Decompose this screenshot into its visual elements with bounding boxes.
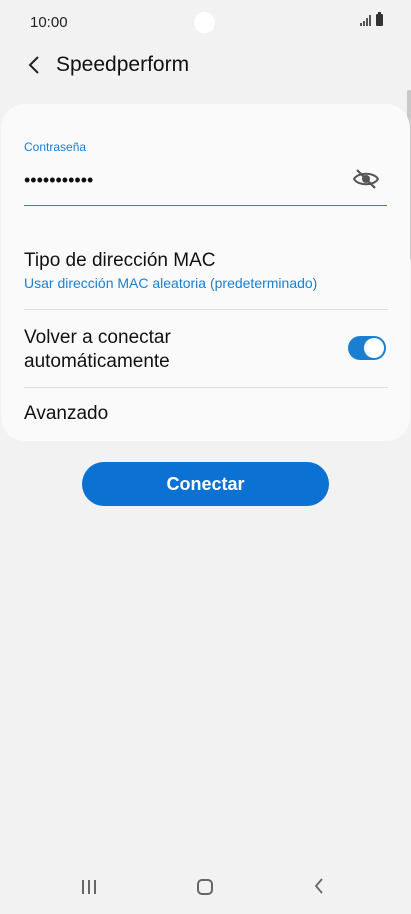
page-title: Speedperform	[56, 53, 190, 76]
divider	[24, 387, 388, 388]
status-time: 10:00	[30, 14, 68, 31]
network-settings-card: Contraseña ••••••••••• Tipo de dirección…	[1, 104, 410, 441]
password-visibility-toggle[interactable]	[351, 166, 381, 192]
auto-reconnect-toggle[interactable]	[348, 336, 386, 360]
navigation-bar	[0, 864, 411, 914]
auto-reconnect-label: Volver a conectar automáticamente	[24, 327, 171, 372]
camera-cutout	[194, 12, 215, 33]
advanced-label: Avanzado	[24, 403, 109, 424]
mac-address-type-title: Tipo de dirección MAC	[24, 250, 216, 271]
back-button[interactable]	[14, 45, 54, 85]
back-icon[interactable]	[314, 878, 324, 899]
eye-off-icon	[352, 169, 380, 189]
status-bar: 10:00	[0, 0, 411, 44]
signal-icon	[360, 14, 371, 26]
chevron-left-icon	[28, 56, 39, 74]
mac-address-type-value: Usar dirección MAC aleatoria (predetermi…	[24, 275, 318, 291]
advanced-setting[interactable]: Avanzado	[24, 403, 387, 429]
top-app-bar: Speedperform	[0, 44, 411, 86]
recents-icon[interactable]	[82, 880, 96, 894]
password-value[interactable]: •••••••••••	[24, 170, 93, 191]
password-field[interactable]: •••••••••••	[24, 164, 387, 206]
auto-reconnect-setting[interactable]: Volver a conectar automáticamente	[24, 324, 387, 390]
toggle-knob	[364, 338, 384, 358]
status-icons	[360, 12, 383, 26]
battery-icon	[376, 12, 383, 26]
mac-address-type-setting[interactable]: Tipo de dirección MAC Usar dirección MAC…	[24, 250, 387, 310]
password-label: Contraseña	[24, 140, 87, 154]
divider	[24, 309, 388, 310]
connect-button[interactable]: Conectar	[82, 462, 329, 506]
home-icon[interactable]	[197, 879, 213, 895]
